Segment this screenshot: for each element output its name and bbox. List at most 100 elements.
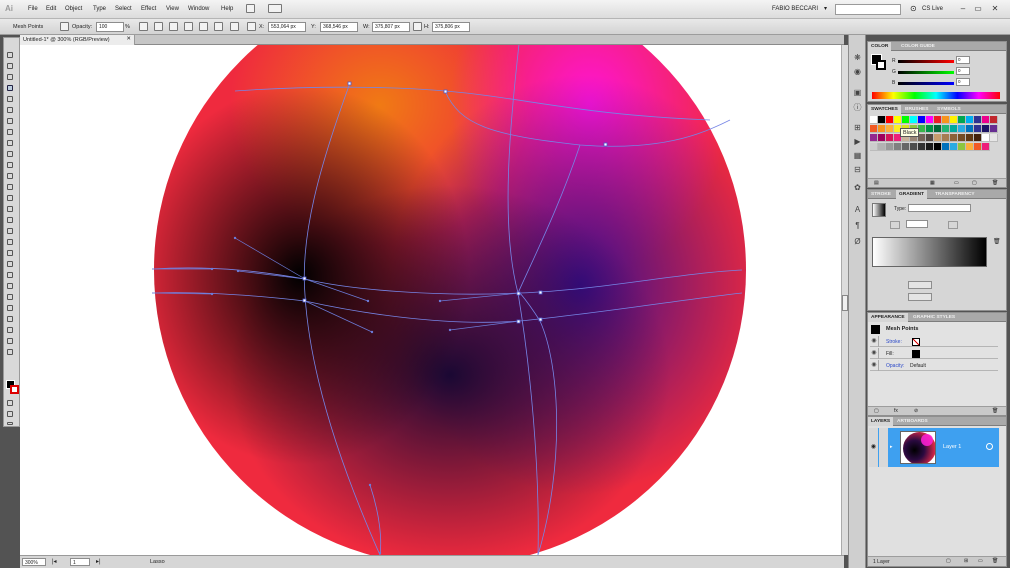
swatch[interactable] [990, 116, 998, 124]
blob-brush-tool-icon[interactable] [7, 162, 13, 168]
make-clipping-mask-icon[interactable]: ▢ [946, 558, 951, 564]
appearance-fill-label[interactable]: Fill: [886, 351, 894, 357]
tab-graphic-styles[interactable]: GRAPHIC STYLES [910, 313, 958, 322]
menu-help[interactable]: Help [221, 6, 233, 12]
visibility-eye-icon[interactable]: ◉ [870, 348, 879, 359]
swatch[interactable] [934, 134, 942, 142]
tab-gradient[interactable]: GRADIENT [896, 190, 928, 199]
swatch[interactable] [942, 134, 950, 142]
close-tab-icon[interactable]: ✕ [126, 36, 131, 42]
new-sublayer-icon[interactable]: ⊞ [964, 558, 968, 564]
swatch[interactable] [918, 116, 926, 124]
menu-edit[interactable]: Edit [46, 6, 56, 12]
free-transform-tool-icon[interactable] [7, 217, 13, 223]
swatch[interactable] [942, 143, 950, 151]
swatch[interactable] [982, 116, 990, 124]
swatch[interactable] [966, 116, 974, 124]
delete-layer-icon[interactable]: 🗑 [992, 558, 998, 564]
appearance-row-opacity[interactable]: ◉ Opacity: Default [870, 360, 998, 371]
layer-name[interactable]: Layer 1 [943, 444, 961, 450]
chevron-down-icon[interactable]: ▾ [824, 5, 827, 12]
swatch[interactable] [910, 116, 918, 124]
appearance-opacity-label[interactable]: Opacity: [886, 363, 904, 369]
stroke-none-swatch[interactable] [912, 338, 920, 346]
swatch[interactable] [926, 125, 934, 133]
swatch[interactable] [974, 125, 982, 133]
width-tool-icon[interactable] [7, 206, 13, 212]
search-input[interactable] [835, 4, 901, 15]
arrange-documents-icon[interactable] [268, 4, 282, 13]
swatch[interactable] [982, 143, 990, 151]
stroke-swatch[interactable] [876, 60, 886, 70]
shape-builder-tool-icon[interactable] [7, 228, 13, 234]
swatch[interactable] [958, 134, 966, 142]
swatch[interactable] [894, 116, 902, 124]
swatch[interactable] [958, 116, 966, 124]
g-slider[interactable] [898, 71, 954, 74]
color-mode-icon[interactable] [7, 400, 13, 406]
swatch[interactable] [982, 134, 990, 142]
tab-color[interactable]: COLOR [868, 42, 892, 51]
screen-mode-icon[interactable] [7, 422, 13, 425]
layer-expand-icon[interactable]: ▸ [890, 444, 893, 450]
layer-target-icon[interactable] [986, 443, 993, 450]
h-field[interactable]: 375,806 px [432, 22, 470, 32]
rotate-tool-icon[interactable] [7, 184, 13, 190]
stroke-color-swatch[interactable] [10, 385, 19, 394]
swatch[interactable] [926, 134, 934, 142]
swatch[interactable] [870, 134, 878, 142]
add-stroke-icon[interactable]: ▢ [874, 408, 879, 414]
menu-object[interactable]: Object [65, 6, 82, 12]
swatch[interactable] [926, 116, 934, 124]
swatch-libraries-icon[interactable]: ▤ [874, 180, 879, 186]
tab-artboards[interactable]: ARTBOARDS [894, 417, 931, 426]
swatch[interactable] [878, 116, 886, 124]
swatch[interactable] [950, 143, 958, 151]
swatch[interactable] [878, 125, 886, 133]
visibility-eye-icon[interactable]: ◉ [870, 336, 879, 347]
color-spectrum[interactable] [872, 92, 1000, 99]
b-slider[interactable] [898, 82, 954, 85]
status-tool-label[interactable]: Lasso [150, 559, 165, 565]
tab-transparency[interactable]: TRANSPARENCY [932, 190, 978, 199]
workspace-user[interactable]: FABIO BECCARI [772, 6, 818, 12]
eraser-tool-icon[interactable] [7, 173, 13, 179]
gradient-tool-icon[interactable] [7, 261, 13, 267]
swatch[interactable] [974, 134, 982, 142]
color-guide-icon[interactable]: ❋ [853, 53, 862, 62]
slice-tool-icon[interactable] [7, 327, 13, 333]
actions-icon[interactable]: ▶ [853, 137, 862, 146]
symbol-sprayer-tool-icon[interactable] [7, 294, 13, 300]
swatch[interactable] [878, 143, 886, 151]
menu-type[interactable]: Type [93, 6, 106, 12]
align-icon[interactable] [169, 22, 178, 31]
location-stop-field[interactable] [908, 293, 932, 301]
cs-live-label[interactable]: CS Live [922, 6, 943, 12]
swatch[interactable] [934, 116, 942, 124]
swatch[interactable] [958, 125, 966, 133]
delete-item-icon[interactable]: 🗑 [992, 408, 998, 414]
swatch[interactable] [934, 143, 942, 151]
swatch[interactable] [950, 134, 958, 142]
reference-point-icon[interactable] [247, 22, 256, 31]
align-right-icon[interactable] [214, 22, 223, 31]
swatch[interactable] [870, 116, 878, 124]
artboard-canvas[interactable] [20, 45, 841, 555]
gradient-preview[interactable] [872, 203, 886, 217]
swatch[interactable] [902, 116, 910, 124]
add-effect-icon[interactable]: fx [894, 408, 898, 414]
menu-view[interactable]: View [166, 6, 179, 12]
angle-field[interactable] [906, 220, 928, 228]
g-field[interactable]: 0 [956, 67, 970, 75]
artboard-tool-icon[interactable] [7, 316, 13, 322]
restore-icon[interactable]: ▭ [973, 4, 983, 14]
tab-color-guide[interactable]: COLOR GUIDE [898, 42, 938, 51]
delete-stop-icon[interactable]: 🗑 [993, 238, 1001, 245]
tab-brushes[interactable]: BRUSHES [902, 105, 931, 114]
new-layer-icon[interactable]: ▭ [978, 558, 983, 564]
swatch[interactable] [870, 143, 878, 151]
kuler-icon[interactable]: ◉ [853, 67, 862, 76]
opacity-stop-field[interactable] [908, 281, 932, 289]
tab-symbols[interactable]: SYMBOLS [934, 105, 964, 114]
magic-wand-tool-icon[interactable] [7, 74, 13, 80]
